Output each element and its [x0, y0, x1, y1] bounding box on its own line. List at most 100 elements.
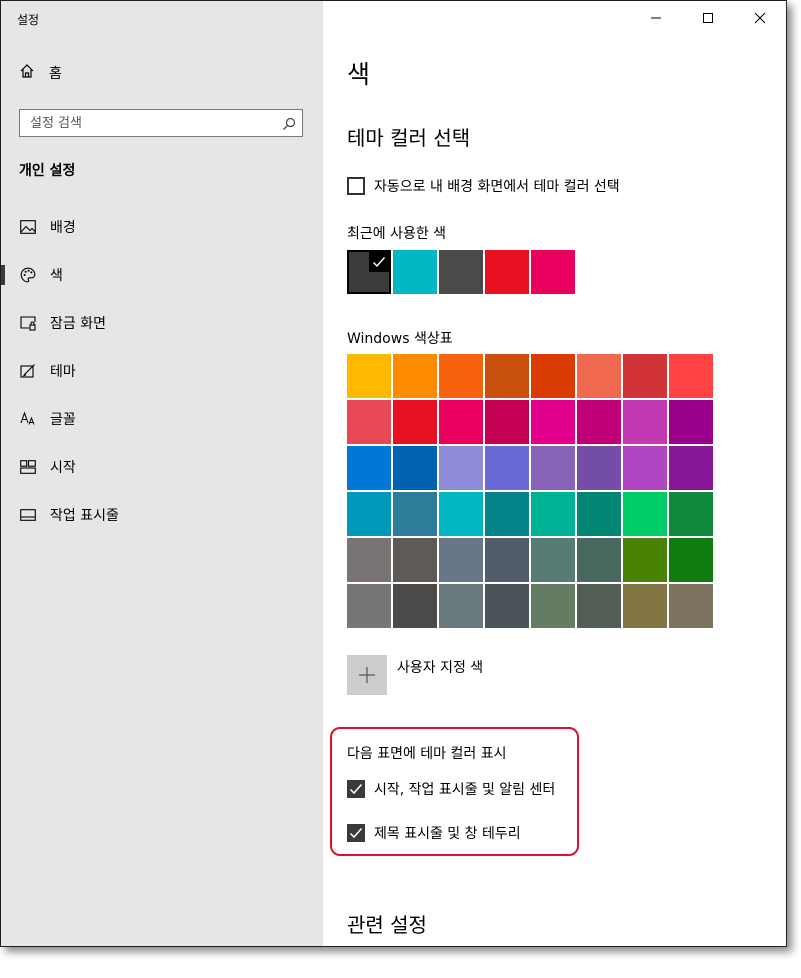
palette-color-swatch[interactable]	[623, 584, 667, 628]
palette-color-swatch[interactable]	[485, 492, 529, 536]
recent-color-swatch[interactable]	[439, 250, 483, 294]
taskbar-icon	[19, 506, 37, 524]
palette-color-swatch[interactable]	[531, 584, 575, 628]
sidebar-item-label: 테마	[50, 364, 76, 380]
palette-color-swatch[interactable]	[439, 400, 483, 444]
palette-color-swatch[interactable]	[623, 538, 667, 582]
palette-color-swatch[interactable]	[485, 446, 529, 490]
recent-color-swatch[interactable]	[531, 250, 575, 294]
selected-check-icon	[369, 252, 389, 272]
palette-color-swatch[interactable]	[577, 354, 621, 398]
picture-icon	[19, 218, 37, 236]
palette-color-swatch[interactable]	[577, 584, 621, 628]
palette-color-swatch[interactable]	[347, 538, 391, 582]
maximize-icon	[702, 12, 714, 24]
auto-pick-label: 자동으로 내 배경 화면에서 테마 컬러 선택	[374, 179, 620, 195]
recent-color-swatch[interactable]	[347, 250, 391, 294]
search-icon[interactable]	[282, 116, 296, 135]
palette-color-swatch[interactable]	[347, 400, 391, 444]
palette-color-swatch[interactable]	[669, 584, 713, 628]
main-content: 색 테마 컬러 선택 자동으로 내 배경 화면에서 테마 컬러 선택 최근에 사…	[323, 1, 786, 946]
sidebar: 설정 홈 개인 설정 배경	[1, 1, 323, 946]
palette-color-swatch[interactable]	[393, 584, 437, 628]
palette-color-swatch[interactable]	[393, 538, 437, 582]
palette-color-swatch[interactable]	[669, 538, 713, 582]
page-title: 색	[347, 60, 371, 89]
settings-window: 설정 홈 개인 설정 배경	[0, 0, 787, 947]
palette-color-swatch[interactable]	[623, 354, 667, 398]
home-label: 홈	[49, 66, 62, 82]
palette-color-swatch[interactable]	[531, 446, 575, 490]
auto-pick-checkbox-row[interactable]: 자동으로 내 배경 화면에서 테마 컬러 선택	[347, 176, 620, 196]
palette-color-swatch[interactable]	[623, 492, 667, 536]
palette-color-swatch[interactable]	[669, 492, 713, 536]
checkmark-icon	[349, 828, 363, 839]
palette-color-swatch[interactable]	[623, 446, 667, 490]
search-input[interactable]	[20, 110, 270, 136]
palette-color-swatch[interactable]	[485, 584, 529, 628]
sidebar-item-label: 작업 표시줄	[50, 508, 119, 524]
theme-icon	[19, 362, 37, 380]
palette-color-swatch[interactable]	[531, 354, 575, 398]
palette-label: Windows 색상표	[347, 331, 453, 347]
close-button[interactable]	[734, 1, 786, 35]
palette-color-swatch[interactable]	[577, 400, 621, 444]
sidebar-item-fonts[interactable]: 글꼴	[1, 395, 323, 443]
section-title: 개인 설정	[19, 163, 76, 179]
recent-color-swatch[interactable]	[485, 250, 529, 294]
palette-color-swatch[interactable]	[669, 446, 713, 490]
sidebar-item-taskbar[interactable]: 작업 표시줄	[1, 491, 323, 539]
palette-color-swatch[interactable]	[393, 354, 437, 398]
plus-icon[interactable]	[347, 655, 387, 695]
sidebar-item-label: 시작	[50, 460, 76, 476]
sidebar-item-background[interactable]: 배경	[1, 203, 323, 251]
custom-color-button[interactable]: 사용자 지정 색	[347, 655, 483, 695]
palette-color-swatch[interactable]	[485, 354, 529, 398]
palette-color-swatch[interactable]	[577, 446, 621, 490]
palette-color-swatch[interactable]	[393, 446, 437, 490]
minimize-button[interactable]	[630, 1, 682, 35]
surface-option-start-taskbar[interactable]: 시작, 작업 표시줄 및 알림 센터	[347, 779, 555, 799]
palette-color-swatch[interactable]	[347, 446, 391, 490]
palette-color-swatch[interactable]	[347, 492, 391, 536]
palette-color-swatch[interactable]	[577, 492, 621, 536]
sidebar-item-theme[interactable]: 테마	[1, 347, 323, 395]
sidebar-nav: 배경 색 잠금 화면 테마 글꼴 시작 작업 표시줄	[1, 203, 323, 539]
palette-color-swatch[interactable]	[347, 354, 391, 398]
home-link[interactable]: 홈	[19, 63, 62, 83]
sidebar-item-start[interactable]: 시작	[1, 443, 323, 491]
palette-color-swatch[interactable]	[393, 492, 437, 536]
palette-color-swatch[interactable]	[439, 584, 483, 628]
home-icon	[19, 63, 35, 83]
palette-color-swatch[interactable]	[439, 354, 483, 398]
surface-option-title-bars[interactable]: 제목 표시줄 및 창 테두리	[347, 823, 521, 843]
checkbox-checked[interactable]	[347, 780, 365, 798]
sidebar-item-lock-screen[interactable]: 잠금 화면	[1, 299, 323, 347]
palette-color-swatch[interactable]	[623, 400, 667, 444]
color-palette	[347, 354, 713, 628]
sidebar-item-label: 글꼴	[50, 412, 76, 428]
palette-color-swatch[interactable]	[577, 538, 621, 582]
sidebar-item-label: 배경	[50, 220, 76, 236]
palette-color-swatch[interactable]	[669, 400, 713, 444]
palette-color-swatch[interactable]	[439, 446, 483, 490]
auto-pick-checkbox[interactable]	[347, 177, 365, 195]
palette-icon	[19, 266, 37, 284]
palette-color-swatch[interactable]	[347, 584, 391, 628]
maximize-button[interactable]	[682, 1, 734, 35]
palette-color-swatch[interactable]	[393, 400, 437, 444]
palette-color-swatch[interactable]	[485, 538, 529, 582]
recent-color-swatch[interactable]	[393, 250, 437, 294]
palette-color-swatch[interactable]	[669, 354, 713, 398]
palette-color-swatch[interactable]	[531, 492, 575, 536]
palette-color-swatch[interactable]	[485, 400, 529, 444]
checkbox-checked[interactable]	[347, 824, 365, 842]
palette-color-swatch[interactable]	[531, 538, 575, 582]
font-icon	[19, 410, 37, 428]
palette-color-swatch[interactable]	[531, 400, 575, 444]
search-box[interactable]	[19, 109, 303, 137]
app-title: 설정	[17, 13, 40, 27]
palette-color-swatch[interactable]	[439, 492, 483, 536]
sidebar-item-color[interactable]: 색	[1, 251, 323, 299]
palette-color-swatch[interactable]	[439, 538, 483, 582]
